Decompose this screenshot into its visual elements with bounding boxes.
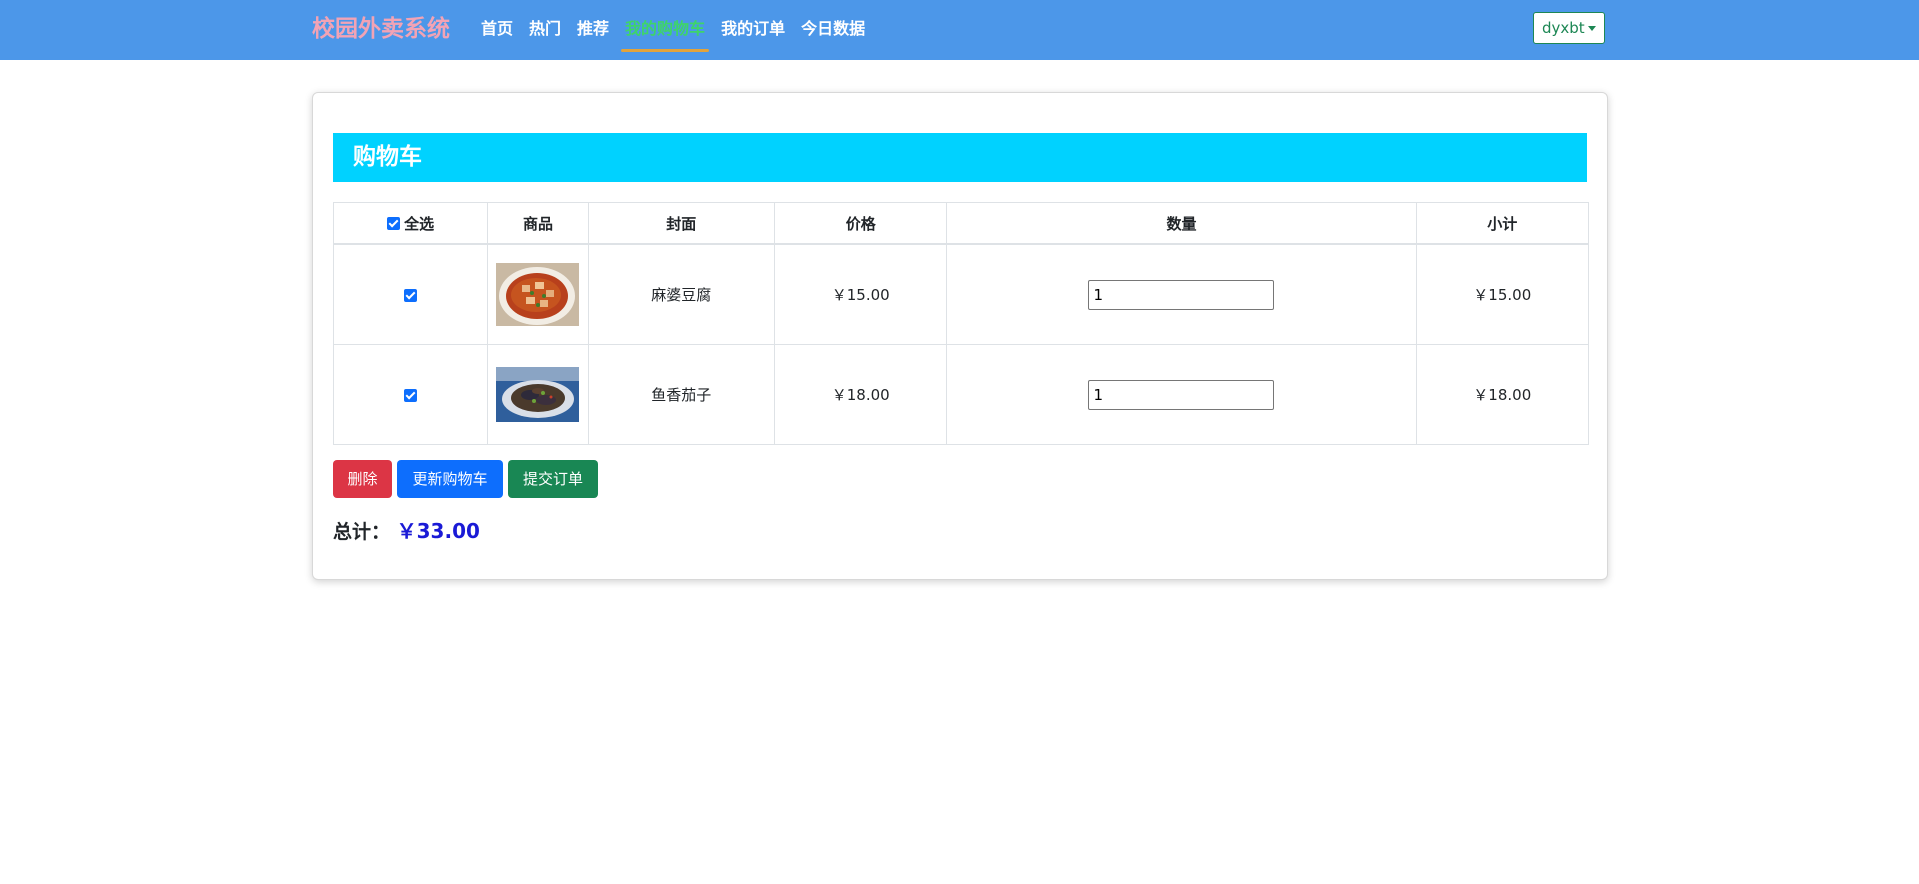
- product-subtotal: ￥18.00: [1415, 344, 1590, 445]
- quantity-input[interactable]: [1088, 379, 1275, 410]
- update-cart-button[interactable]: 更新购物车: [397, 460, 503, 498]
- row-checkbox[interactable]: [404, 388, 418, 402]
- select-all-control[interactable]: 全选: [387, 213, 434, 234]
- header-quantity: 数量: [946, 202, 1417, 245]
- caret-down-icon: [1588, 26, 1596, 31]
- total-value: ￥33.00: [396, 519, 480, 543]
- nav-links: 首页 热门 推荐 我的购物车 我的订单 今日数据: [473, 0, 873, 60]
- nav-my-cart[interactable]: 我的购物车: [617, 0, 713, 60]
- submit-order-button[interactable]: 提交订单: [508, 460, 598, 498]
- select-all-label: 全选: [404, 214, 435, 233]
- top-navbar: 校园外卖系统 首页 热门 推荐 我的购物车 我的订单 今日数据 dyxbt: [0, 0, 1919, 60]
- user-dropdown[interactable]: dyxbt: [1533, 12, 1605, 44]
- product-price: ￥15.00: [774, 243, 948, 345]
- header-cover: 封面: [587, 202, 776, 245]
- cart-header-bar: 购物车: [333, 133, 1587, 182]
- header-price: 价格: [774, 202, 948, 245]
- row-select-cell: [332, 344, 489, 445]
- brand-logo[interactable]: 校园外卖系统: [312, 14, 450, 44]
- total-label: 总计：: [333, 521, 391, 543]
- product-name: 麻婆豆腐: [587, 243, 776, 345]
- table-row: 麻婆豆腐 ￥15.00 ￥15.00: [332, 243, 1590, 345]
- product-price: ￥18.00: [774, 344, 948, 445]
- cart-actions: 删除 更新购物车 提交订单: [333, 460, 598, 498]
- username: dyxbt: [1542, 19, 1585, 37]
- cart-table: 全选 商品 封面 价格 数量 小计 麻婆豆腐 ￥15.00 1 ￥15.00 鱼…: [332, 202, 1590, 445]
- product-subtotal: ￥15.00: [1415, 243, 1590, 345]
- delete-button[interactable]: 删除: [333, 460, 392, 498]
- quantity-input[interactable]: [1088, 279, 1275, 310]
- header-subtotal: 小计: [1415, 202, 1590, 245]
- eggplant-dish-image: [496, 367, 580, 422]
- product-image-cell: [487, 344, 589, 445]
- header-product: 商品: [487, 202, 589, 245]
- quantity-cell: [946, 344, 1417, 445]
- select-all-checkbox[interactable]: [387, 216, 401, 230]
- table-header-row: 全选 商品 封面 价格 数量 小计: [332, 202, 1590, 245]
- nav-hot[interactable]: 热门: [521, 0, 569, 60]
- row-select-cell: [332, 243, 489, 345]
- nav-recommend[interactable]: 推荐: [569, 0, 617, 60]
- product-image-cell: [487, 243, 589, 345]
- header-select-all: 全选: [332, 202, 489, 245]
- nav-today-data[interactable]: 今日数据: [793, 0, 873, 60]
- cart-title: 购物车: [353, 144, 422, 170]
- product-name: 鱼香茄子: [587, 344, 776, 445]
- mapo-tofu-image: [496, 263, 580, 326]
- quantity-cell: [946, 243, 1417, 345]
- total-line: 总计： ￥33.00: [333, 515, 480, 544]
- row-checkbox[interactable]: [404, 288, 418, 302]
- nav-my-orders[interactable]: 我的订单: [713, 0, 793, 60]
- table-row: 鱼香茄子 ￥18.00 ￥18.00: [332, 344, 1590, 445]
- nav-home[interactable]: 首页: [473, 0, 521, 60]
- cart-card: 购物车 全选 商品 封面 价格 数量 小计 麻婆豆腐 ￥15.00 1 ￥15.…: [312, 92, 1608, 580]
